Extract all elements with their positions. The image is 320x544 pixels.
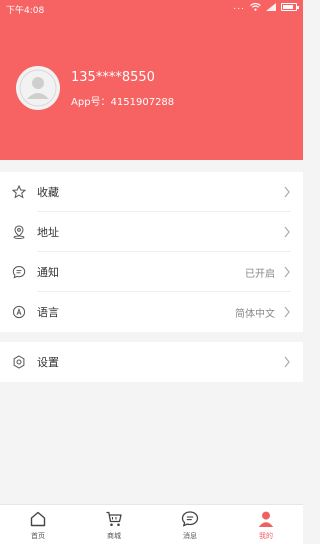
chat-bubble-icon	[12, 265, 26, 279]
menu-label: 通知	[37, 266, 59, 279]
avatar[interactable]	[16, 66, 60, 110]
battery-icon	[281, 3, 299, 11]
tab-label: 我的	[259, 532, 273, 540]
chevron-right-icon	[284, 356, 290, 368]
chevron-right-icon	[284, 306, 290, 318]
tab-label: 首页	[31, 532, 45, 540]
app-id: App号：4151907288	[71, 97, 175, 108]
chevron-right-icon	[284, 226, 290, 238]
star-icon	[12, 185, 26, 199]
menu-value: 简体中文	[235, 309, 275, 320]
chevron-right-icon	[284, 266, 290, 278]
menu-item-favorites[interactable]: 收藏	[0, 172, 303, 212]
home-icon	[30, 511, 46, 527]
menu-item-language[interactable]: 语言 简体中文	[0, 292, 303, 332]
menu-label: 地址	[37, 226, 59, 239]
gear-icon	[13, 355, 25, 369]
menu-group-main: 收藏 地址 通知 已开启 语言 简体中文	[0, 172, 303, 332]
menu-item-notifications[interactable]: 通知 已开启	[0, 252, 303, 292]
bottom-tab-bar: 首页 商城 消息 我的	[0, 504, 303, 544]
menu-label: 收藏	[37, 186, 59, 199]
status-bar: 下午4:08 ...	[0, 0, 303, 18]
cart-icon	[106, 511, 122, 527]
status-time: 下午4:08	[6, 6, 45, 16]
wifi-icon	[250, 3, 261, 11]
tab-messages[interactable]: 消息	[152, 505, 228, 544]
tab-label: 商城	[107, 532, 121, 540]
user-icon	[258, 511, 274, 527]
tab-mall[interactable]: 商城	[76, 505, 152, 544]
user-phone: 135****8550	[71, 70, 155, 85]
language-icon	[12, 305, 26, 319]
tab-label: 消息	[183, 532, 197, 540]
menu-item-address[interactable]: 地址	[0, 212, 303, 252]
menu-label: 语言	[37, 306, 59, 319]
menu-label: 设置	[37, 356, 59, 369]
menu-group-settings: 设置	[0, 342, 303, 382]
chevron-right-icon	[284, 186, 290, 198]
tab-home[interactable]: 首页	[0, 505, 76, 544]
signal-icon	[266, 3, 276, 11]
location-pin-icon	[13, 225, 25, 239]
message-icon	[181, 511, 199, 527]
default-avatar-icon	[16, 66, 60, 110]
menu-value: 已开启	[245, 269, 275, 280]
status-dots: ...	[233, 2, 245, 12]
status-icons: ...	[233, 2, 299, 12]
menu-item-settings[interactable]: 设置	[0, 342, 303, 382]
profile-header: 下午4:08 ... 135****8550 App号：4151907288	[0, 0, 303, 160]
tab-mine[interactable]: 我的	[228, 505, 304, 544]
